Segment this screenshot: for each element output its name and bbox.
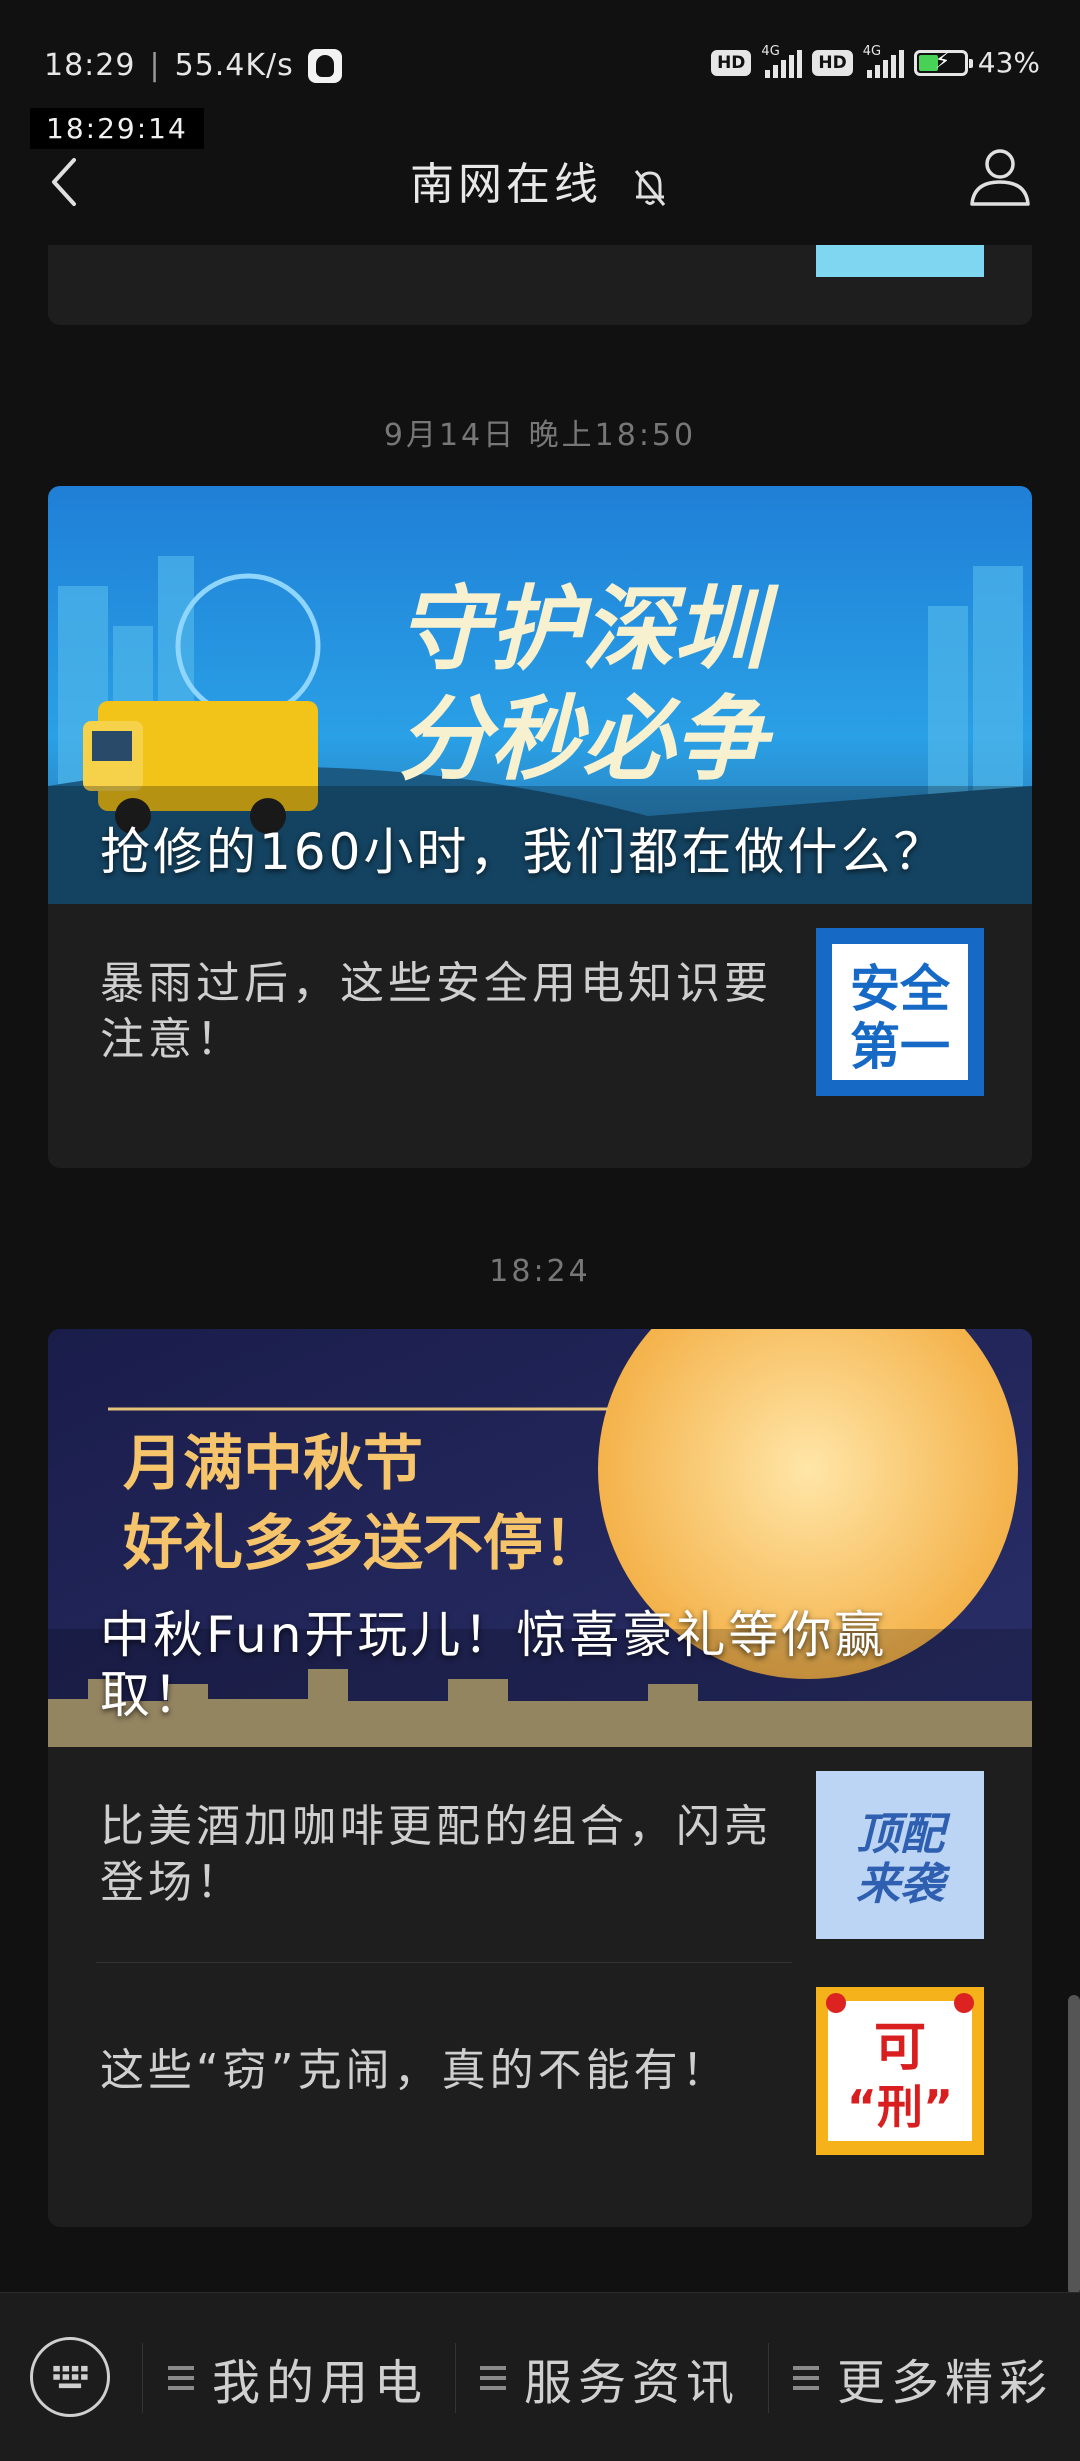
article-row[interactable]: 这些“窃”克闹，真的不能有！ 可 “刑” (48, 1963, 1032, 2179)
banner-title: 中秋Fun开玩儿！惊喜豪礼等你赢取！ (100, 1606, 888, 1724)
nav-separator (455, 2343, 456, 2413)
status-left: 18:29 | 55.4K/s (44, 48, 342, 83)
article-thumbnail: 顶配 来袭 (816, 1771, 984, 1939)
page-title: 南网在线 (410, 159, 602, 210)
signal-icon-1: 4G (761, 44, 803, 78)
nav-item-my-electricity[interactable]: 我的用电 (168, 2343, 428, 2413)
nav-separator (142, 2343, 143, 2413)
bottom-menu-bar: 我的用电 服务资讯 更多精彩 (0, 2292, 1080, 2461)
nav-item-service-news[interactable]: 服务资讯 (480, 2343, 740, 2413)
menu-lines-icon (168, 2366, 194, 2390)
status-time: 18:29 (44, 48, 136, 83)
profile-icon[interactable] (968, 144, 1032, 208)
battery-percent: 43% (977, 46, 1040, 79)
article-row[interactable]: 比美酒加咖啡更配的组合，闪亮登场！ 顶配 来袭 (48, 1747, 1032, 1963)
header-title-wrap: 南网在线 (0, 148, 1080, 212)
article-title: 暴雨过后，这些安全用电知识要注意！ (100, 958, 772, 1065)
hd-badge-1: HD (711, 49, 752, 76)
article-thumbnail: 安全 第一 (816, 928, 984, 1096)
article-title: 这些“窃”克闹，真的不能有！ (100, 2045, 730, 2096)
clock-overlay: 18:29:14 (30, 108, 204, 149)
network-gen-2: 4G (862, 43, 882, 59)
thumb-text-1: 可 (874, 2018, 926, 2078)
thumb-text-1: 顶配 (856, 1809, 951, 1860)
message-timestamp: 18:24 (489, 1254, 591, 1289)
scrollbar[interactable] (1068, 1995, 1080, 2295)
article-row[interactable]: 暴雨过后，这些安全用电知识要注意！ 安全 第一 (48, 904, 1032, 1120)
qq-icon (307, 48, 342, 83)
nav-item-more[interactable]: 更多精彩 (793, 2343, 1053, 2413)
nav-item-label: 我的用电 (212, 2355, 429, 2411)
article-banner[interactable]: 月满中秋节 好礼多多送不停！ 中秋Fun开玩儿！惊喜豪礼等你赢取！ (48, 1329, 1032, 1747)
article-card: 守护深圳 分秒必争 抢修的160小时，我们都在做什么？ 暴雨过后，这些安全用电知… (48, 486, 1032, 1168)
status-separator: | (149, 48, 161, 83)
banner-title: 抢修的160小时，我们都在做什么？ (100, 823, 947, 881)
article-banner[interactable]: 守护深圳 分秒必争 抢修的160小时，我们都在做什么？ (48, 486, 1032, 904)
thumb-text-1: 安全 (850, 960, 951, 1018)
nav-separator (768, 2343, 769, 2413)
previous-article-card[interactable] (48, 245, 1032, 325)
battery-icon: ⚡ (913, 48, 973, 76)
message-timestamp: 9月14日 晚上18:50 (383, 418, 697, 453)
status-right: HD 4G HD 4G ⚡ 43% (711, 44, 1040, 79)
article-title: 比美酒加咖啡更配的组合，闪亮登场！ (100, 1801, 772, 1908)
banner-art-text-1: 守护深圳 (398, 579, 779, 681)
charging-bolt-icon: ⚡ (934, 48, 951, 74)
thumb-text-2: 第一 (850, 1018, 950, 1076)
banner-art-text-2: 好礼多多送不停！ (122, 1509, 603, 1579)
thumb-text-2: 来袭 (856, 1859, 951, 1910)
banner-art-text-2: 分秒必争 (398, 689, 774, 791)
thumb-text-2: “刑” (847, 2080, 953, 2134)
menu-lines-icon (480, 2366, 506, 2390)
previous-article-thumbnail (816, 245, 984, 277)
menu-lines-icon (793, 2366, 819, 2390)
nav-item-label: 服务资讯 (524, 2355, 741, 2411)
network-gen-1: 4G (761, 43, 780, 59)
article-thumbnail: 可 “刑” (816, 1987, 984, 2155)
net-speed: 55.4K/s (174, 48, 294, 83)
article-card: 月满中秋节 好礼多多送不停！ 中秋Fun开玩儿！惊喜豪礼等你赢取！ 比美酒加咖啡… (48, 1329, 1032, 2227)
nav-item-label: 更多精彩 (837, 2355, 1054, 2411)
banner-art-text-1: 月满中秋节 (123, 1429, 423, 1499)
signal-icon-2: 4G (863, 44, 904, 78)
keyboard-icon[interactable] (30, 2337, 110, 2417)
mute-bell-icon (634, 170, 666, 206)
hd-badge-2: HD (812, 49, 853, 76)
